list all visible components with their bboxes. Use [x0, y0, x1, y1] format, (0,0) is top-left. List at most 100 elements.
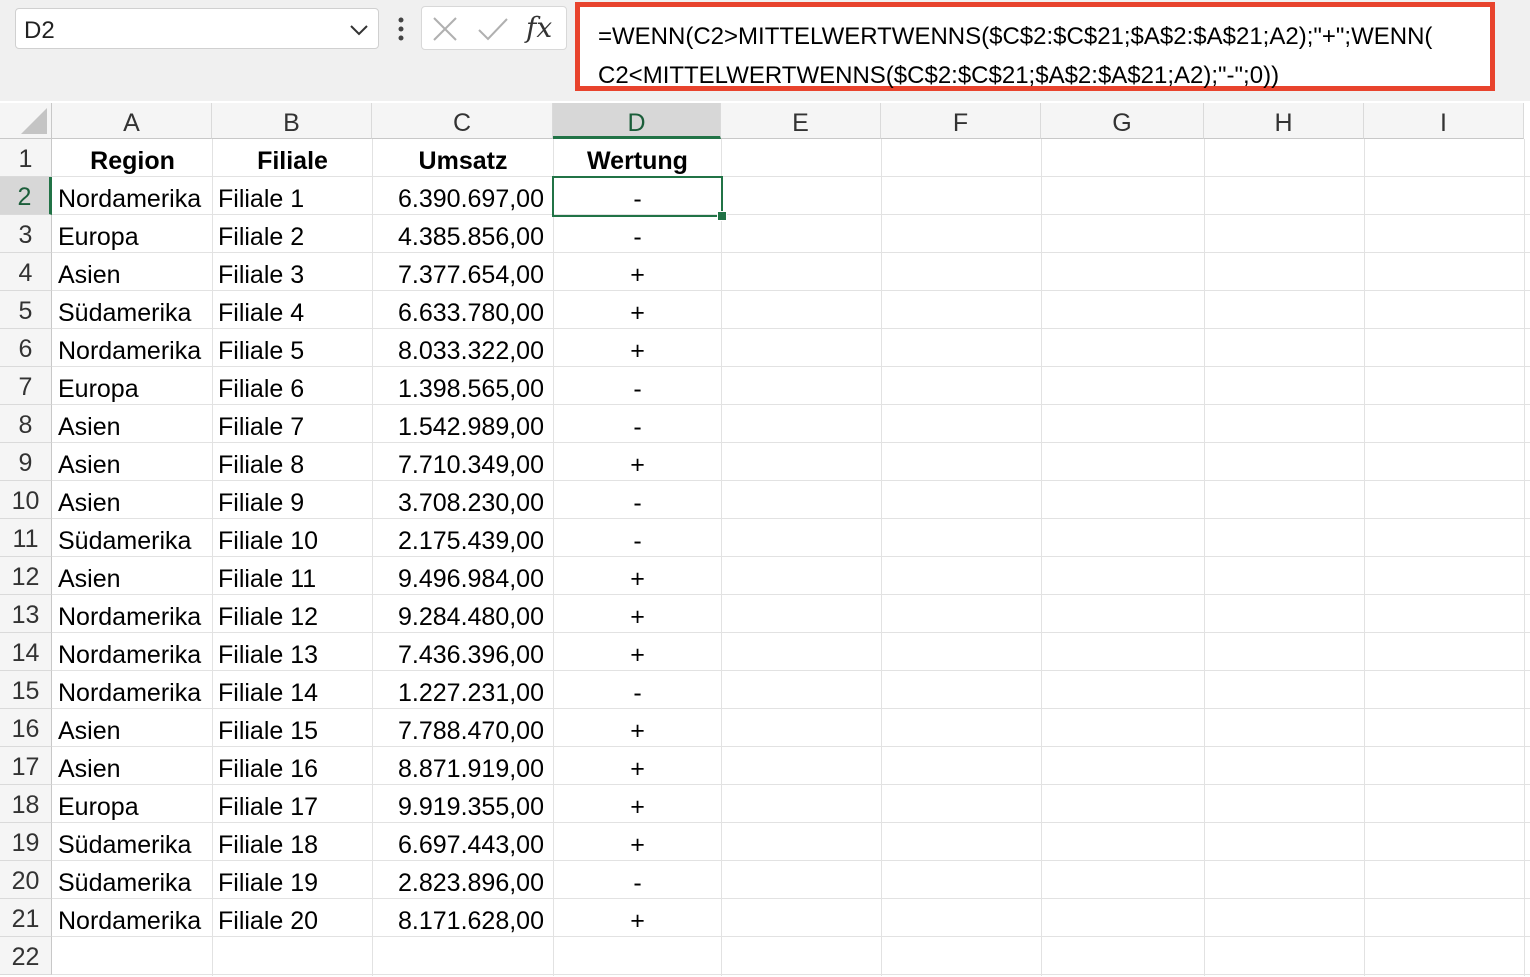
cell-region[interactable]: Südamerika [53, 520, 212, 558]
row-header-14[interactable]: 14 [0, 633, 52, 671]
more-options-icon[interactable] [390, 12, 412, 46]
column-header-e[interactable]: E [721, 103, 881, 139]
name-box[interactable]: D2 [15, 8, 379, 49]
cell-region[interactable]: Nordamerika [53, 596, 212, 634]
cell-umsatz[interactable]: 6.697.443,00 [373, 824, 553, 862]
row-header-3[interactable]: 3 [0, 215, 52, 253]
row-header-18[interactable]: 18 [0, 785, 52, 823]
cell-region[interactable]: Nordamerika [53, 178, 212, 216]
cell-umsatz[interactable]: 7.436.396,00 [373, 634, 553, 672]
column-header-a[interactable]: A [52, 103, 212, 139]
row-header-19[interactable]: 19 [0, 823, 52, 861]
row-header-15[interactable]: 15 [0, 671, 52, 709]
cell-region[interactable]: Europa [53, 368, 212, 406]
fill-handle[interactable] [717, 211, 727, 221]
cell-umsatz[interactable]: 9.284.480,00 [373, 596, 553, 634]
cell-umsatz[interactable]: 8.033.322,00 [373, 330, 553, 368]
row-header-9[interactable]: 9 [0, 443, 52, 481]
row-header-13[interactable]: 13 [0, 595, 52, 633]
cell-wertung[interactable]: - [554, 520, 721, 558]
cell-region[interactable]: Asien [53, 558, 212, 596]
cell-umsatz[interactable]: 4.385.856,00 [373, 216, 553, 254]
cell-umsatz[interactable]: 8.171.628,00 [373, 900, 553, 938]
cell-filiale[interactable]: Filiale 14 [213, 672, 372, 710]
column-header-g[interactable]: G [1041, 103, 1204, 139]
cell-filiale[interactable]: Filiale 17 [213, 786, 372, 824]
row-header-8[interactable]: 8 [0, 405, 52, 443]
row-header-2[interactable]: 2 [0, 177, 52, 215]
cell-wertung[interactable]: - [554, 482, 721, 520]
cell-umsatz[interactable]: 2.823.896,00 [373, 862, 553, 900]
cell-filiale[interactable]: Filiale 19 [213, 862, 372, 900]
cell-wertung[interactable]: - [554, 216, 721, 254]
cell-umsatz[interactable]: 6.390.697,00 [373, 178, 553, 216]
cell-wertung[interactable]: + [554, 330, 721, 368]
cell-wertung[interactable]: - [554, 862, 721, 900]
cell-wertung[interactable]: + [554, 254, 721, 292]
cell-region[interactable]: Europa [53, 216, 212, 254]
cancel-icon[interactable] [432, 16, 458, 42]
cell-filiale[interactable]: Filiale 16 [213, 748, 372, 786]
row-header-16[interactable]: 16 [0, 709, 52, 747]
cell-wertung[interactable]: + [554, 634, 721, 672]
cell-filiale[interactable]: Filiale 8 [213, 444, 372, 482]
cell-region[interactable]: Südamerika [53, 824, 212, 862]
row-header-1[interactable]: 1 [0, 139, 52, 177]
cell-wertung[interactable]: + [554, 596, 721, 634]
formula-input[interactable]: =WENN(C2>MITTELWERTWENNS($C$2:$C$21;$A$2… [575, 2, 1495, 91]
cell-region[interactable]: Asien [53, 444, 212, 482]
column-header-c[interactable]: C [372, 103, 553, 139]
cell-region[interactable]: Europa [53, 786, 212, 824]
cell-wertung[interactable]: + [554, 748, 721, 786]
row-header-21[interactable]: 21 [0, 899, 52, 937]
cell-wertung[interactable]: + [554, 824, 721, 862]
cell-umsatz[interactable]: 3.708.230,00 [373, 482, 553, 520]
cell-umsatz[interactable]: 9.496.984,00 [373, 558, 553, 596]
column-header-d[interactable]: D [553, 103, 721, 139]
cell-filiale[interactable]: Filiale 4 [213, 292, 372, 330]
select-all-corner[interactable] [0, 103, 52, 139]
row-header-20[interactable]: 20 [0, 861, 52, 899]
active-cell-selection[interactable] [552, 176, 723, 217]
column-header-f[interactable]: F [881, 103, 1041, 139]
cell-umsatz[interactable]: 6.633.780,00 [373, 292, 553, 330]
header-wertung[interactable]: Wertung [554, 140, 721, 178]
cell-region[interactable]: Asien [53, 748, 212, 786]
cell-filiale[interactable]: Filiale 11 [213, 558, 372, 596]
cell-wertung[interactable]: - [554, 368, 721, 406]
cell-filiale[interactable]: Filiale 10 [213, 520, 372, 558]
cell-filiale[interactable]: Filiale 15 [213, 710, 372, 748]
cell-umsatz[interactable]: 7.710.349,00 [373, 444, 553, 482]
cell-umsatz[interactable]: 7.377.654,00 [373, 254, 553, 292]
row-header-12[interactable]: 12 [0, 557, 52, 595]
cell-wertung[interactable]: + [554, 786, 721, 824]
cell-umsatz[interactable]: 1.542.989,00 [373, 406, 553, 444]
cell-umsatz[interactable]: 1.398.565,00 [373, 368, 553, 406]
cell-filiale[interactable]: Filiale 3 [213, 254, 372, 292]
cell-filiale[interactable]: Filiale 2 [213, 216, 372, 254]
cell-umsatz[interactable]: 7.788.470,00 [373, 710, 553, 748]
cell-umsatz[interactable]: 8.871.919,00 [373, 748, 553, 786]
cell-region[interactable]: Asien [53, 482, 212, 520]
cell-filiale[interactable]: Filiale 18 [213, 824, 372, 862]
row-header-22[interactable]: 22 [0, 937, 52, 975]
cell-umsatz[interactable]: 2.175.439,00 [373, 520, 553, 558]
cell-wertung[interactable]: + [554, 900, 721, 938]
cell-filiale[interactable]: Filiale 20 [213, 900, 372, 938]
cell-region[interactable]: Asien [53, 406, 212, 444]
cell-region[interactable]: Nordamerika [53, 330, 212, 368]
header-region[interactable]: Region [53, 140, 212, 178]
cell-filiale[interactable]: Filiale 9 [213, 482, 372, 520]
fx-icon[interactable]: fx [526, 11, 552, 44]
cell-filiale[interactable]: Filiale 7 [213, 406, 372, 444]
chevron-down-icon[interactable] [348, 19, 370, 41]
cell-umsatz[interactable]: 1.227.231,00 [373, 672, 553, 710]
cell-wertung[interactable]: + [554, 444, 721, 482]
cell-region[interactable]: Südamerika [53, 292, 212, 330]
row-header-5[interactable]: 5 [0, 291, 52, 329]
cell-region[interactable]: Asien [53, 710, 212, 748]
column-header-i[interactable]: I [1364, 103, 1524, 139]
row-header-4[interactable]: 4 [0, 253, 52, 291]
cell-wertung[interactable]: + [554, 710, 721, 748]
cell-wertung[interactable]: + [554, 292, 721, 330]
